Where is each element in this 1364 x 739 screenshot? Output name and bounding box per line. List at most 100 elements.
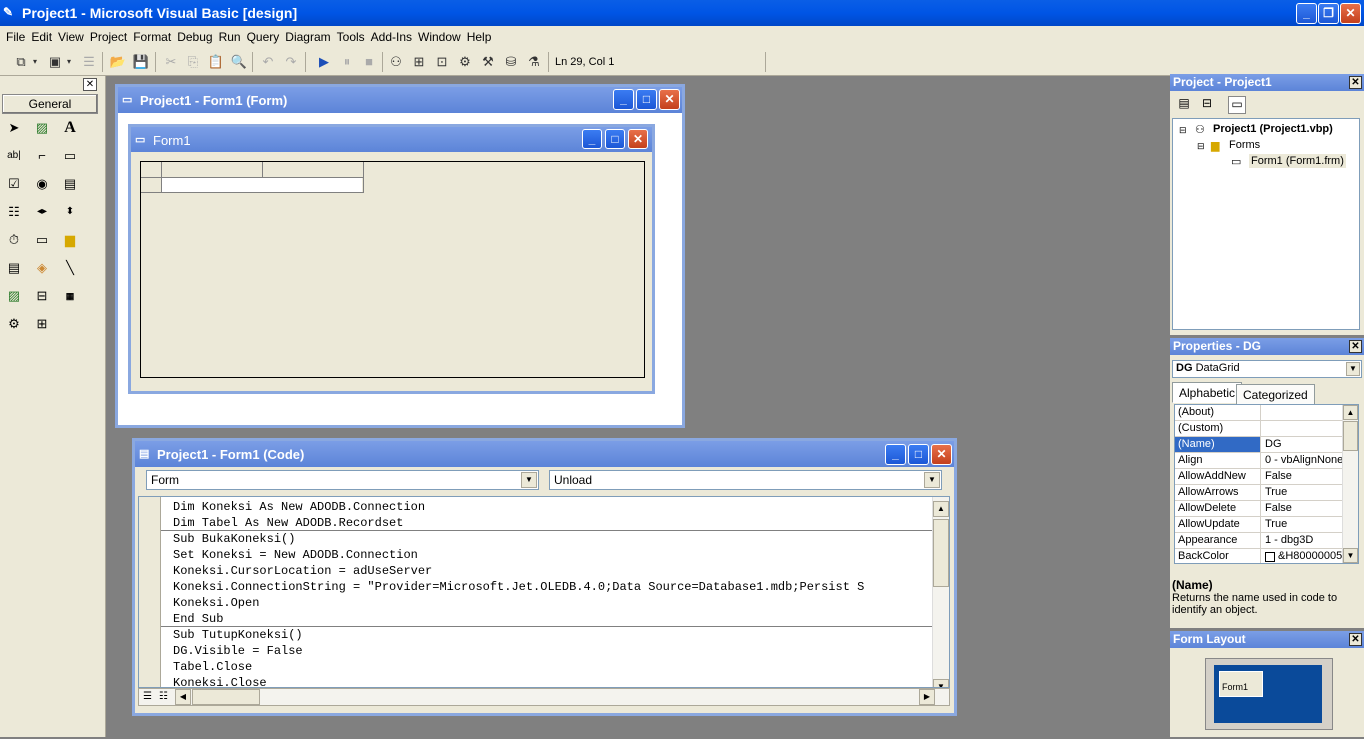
maximize-icon[interactable]: □ — [908, 444, 929, 465]
cut-icon[interactable]: ✂ — [162, 53, 180, 71]
shape-tool-icon[interactable]: ◈ — [31, 257, 53, 279]
menu-file[interactable]: File — [3, 26, 28, 44]
code-margin[interactable] — [139, 497, 161, 687]
collapse-icon[interactable]: ⊟ — [1197, 141, 1205, 152]
textbox-tool-icon[interactable]: ab| — [3, 145, 25, 167]
checkbox-tool-icon[interactable]: ☑ — [3, 173, 25, 195]
image-tool-icon[interactable]: ▨ — [3, 285, 25, 307]
hscrollbar-tool-icon[interactable]: ◂▸ — [31, 201, 53, 223]
properties-window-icon[interactable]: ⊞ — [410, 53, 428, 71]
chevron-down-icon[interactable]: ▼ — [924, 472, 940, 488]
minimize-icon[interactable]: _ — [582, 129, 602, 149]
scroll-up-icon[interactable]: ▲ — [1343, 405, 1358, 420]
procedure-combo[interactable]: Unload ▼ — [549, 470, 942, 490]
tab-alphabetic[interactable]: Alphabetic — [1172, 382, 1243, 403]
form-layout-icon[interactable]: ⊡ — [433, 53, 451, 71]
property-row[interactable]: (About) — [1175, 405, 1343, 421]
close-icon[interactable]: ✕ — [1349, 76, 1362, 89]
paste-icon[interactable]: 📋 — [207, 53, 225, 71]
properties-scrollbar[interactable]: ▲ ▼ — [1342, 405, 1358, 563]
code-horizontal-scrollbar[interactable]: ☰ ☷ ◀ ▶ — [138, 688, 950, 706]
ole-tool-icon[interactable]: ▦ — [59, 285, 81, 307]
property-row[interactable]: AllowUpdate True — [1175, 517, 1343, 533]
tree-form1-item[interactable]: Form1 (Form1.frm) — [1249, 154, 1346, 168]
listbox-tool-icon[interactable]: ☷ — [3, 201, 25, 223]
scroll-down-icon[interactable]: ▼ — [933, 679, 949, 687]
object-selector[interactable]: DG DataGrid ▼ — [1172, 360, 1362, 378]
view-object-icon[interactable]: ⊟ — [1198, 96, 1216, 114]
form-layout-preview[interactable]: Form1 — [1219, 671, 1263, 697]
menu-editor-icon[interactable]: ☰ — [80, 53, 98, 71]
scroll-up-icon[interactable]: ▲ — [933, 501, 949, 517]
menu-help[interactable]: Help — [464, 26, 495, 44]
menu-debug[interactable]: Debug — [174, 26, 215, 44]
drivelistbox-tool-icon[interactable]: ▭ — [31, 229, 53, 251]
close-icon[interactable]: ✕ — [659, 89, 680, 110]
redo-icon[interactable]: ↷ — [282, 53, 300, 71]
procedure-view-icon[interactable]: ☰ — [143, 691, 152, 702]
minimize-icon[interactable]: _ — [1296, 3, 1317, 24]
scroll-thumb[interactable] — [933, 519, 949, 587]
scroll-thumb[interactable] — [192, 689, 260, 705]
code-editor[interactable]: Dim Koneksi As New ADODB.Connection Dim … — [138, 496, 950, 688]
adodc-tool-icon[interactable]: ⚙ — [3, 313, 25, 335]
save-icon[interactable]: 💾 — [132, 53, 150, 71]
scroll-down-icon[interactable]: ▼ — [1343, 548, 1358, 563]
maximize-icon[interactable]: □ — [605, 129, 625, 149]
chevron-down-icon[interactable]: ▼ — [521, 472, 537, 488]
minimize-icon[interactable]: _ — [885, 444, 906, 465]
picturebox-tool-icon[interactable]: ▨ — [31, 117, 53, 139]
combobox-tool-icon[interactable]: ▤ — [59, 173, 81, 195]
start-icon[interactable]: ▶ — [315, 53, 333, 71]
project-explorer-icon[interactable]: ⚇ — [387, 53, 405, 71]
menu-tools[interactable]: Tools — [334, 26, 368, 44]
scroll-thumb[interactable] — [1343, 421, 1358, 451]
scroll-left-icon[interactable]: ◀ — [175, 689, 191, 705]
datagrid-tool-icon[interactable]: ⊞ — [31, 313, 53, 335]
tree-project-root[interactable]: Project1 (Project1.vbp) — [1213, 123, 1333, 135]
menu-project[interactable]: Project — [87, 26, 130, 44]
toggle-folders-icon[interactable]: ▭ — [1228, 96, 1246, 114]
menu-view[interactable]: View — [55, 26, 87, 44]
timer-tool-icon[interactable]: ⏱ — [3, 229, 25, 251]
line-tool-icon[interactable]: ╲ — [59, 257, 81, 279]
property-row[interactable]: AllowArrows True — [1175, 485, 1343, 501]
menu-format[interactable]: Format — [130, 26, 174, 44]
close-icon[interactable]: ✕ — [1340, 3, 1361, 24]
dirlistbox-tool-icon[interactable]: ▆ — [59, 229, 81, 251]
minimize-icon[interactable]: _ — [613, 89, 634, 110]
close-icon[interactable]: ✕ — [1349, 340, 1362, 353]
property-row[interactable]: Align 0 - vbAlignNone — [1175, 453, 1343, 469]
chevron-down-icon[interactable]: ▾ — [30, 53, 40, 71]
property-row[interactable]: (Custom) — [1175, 421, 1343, 437]
add-form-icon[interactable]: ▣ — [46, 53, 64, 71]
scroll-right-icon[interactable]: ▶ — [919, 689, 935, 705]
tab-categorized[interactable]: Categorized — [1236, 384, 1315, 405]
toolbox-icon[interactable]: ⚒ — [479, 53, 497, 71]
data-tool-icon[interactable]: ⊟ — [31, 285, 53, 307]
menu-edit[interactable]: Edit — [28, 26, 55, 44]
close-icon[interactable]: ✕ — [931, 444, 952, 465]
chevron-down-icon[interactable]: ▼ — [1346, 362, 1360, 376]
component-manager-icon[interactable]: ⚗ — [525, 53, 543, 71]
label-tool-icon[interactable]: A — [59, 117, 81, 139]
menu-window[interactable]: Window — [415, 26, 464, 44]
commandbutton-tool-icon[interactable]: ▭ — [59, 145, 81, 167]
pointer-tool-icon[interactable]: ➤ — [3, 117, 25, 139]
menu-query[interactable]: Query — [244, 26, 283, 44]
stop-icon[interactable]: ■ — [360, 53, 378, 71]
datagrid-control[interactable] — [140, 161, 645, 378]
form1-design-surface[interactable]: ▭ Form1 _ □ ✕ — [128, 124, 655, 394]
add-project-icon[interactable]: ⧉ — [12, 53, 30, 71]
optionbutton-tool-icon[interactable]: ◉ — [31, 173, 53, 195]
break-icon[interactable]: ⏸ — [338, 53, 356, 71]
vscrollbar-tool-icon[interactable]: ⬍ — [59, 201, 81, 223]
close-icon[interactable]: ✕ — [83, 78, 97, 91]
tree-forms-folder[interactable]: Forms — [1229, 139, 1260, 151]
menu-diagram[interactable]: Diagram — [282, 26, 333, 44]
data-view-icon[interactable]: ⛁ — [502, 53, 520, 71]
open-icon[interactable]: 📂 — [109, 53, 127, 71]
object-combo[interactable]: Form ▼ — [146, 470, 539, 490]
object-browser-icon[interactable]: ⚙ — [456, 53, 474, 71]
property-row[interactable]: (Name) DG — [1175, 437, 1343, 453]
